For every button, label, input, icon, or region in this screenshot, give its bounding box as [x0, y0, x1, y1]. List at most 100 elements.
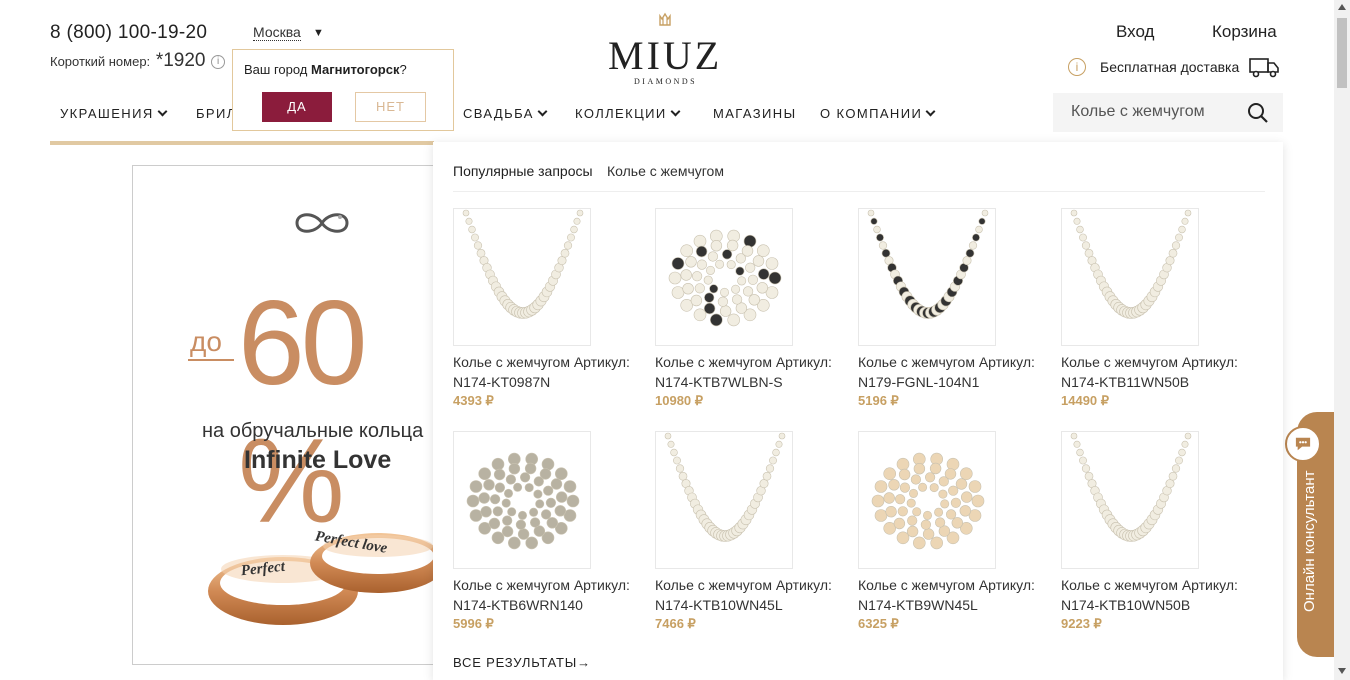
product-name[interactable]: Колье с жемчугом Артикул: N174-KTB6WRN14… [453, 575, 638, 615]
nav-stores[interactable]: МАГАЗИНЫ [713, 106, 797, 121]
infinity-icon [295, 213, 349, 233]
nav-diamonds[interactable]: БРИЛ [196, 106, 237, 121]
pearl-necklace-image [668, 229, 782, 327]
product-card[interactable]: Колье с жемчугом Артикул: N174-KT0987N 43… [453, 208, 633, 409]
delivery-info-icon[interactable]: i [1068, 58, 1086, 76]
info-icon[interactable]: i [211, 55, 226, 69]
chevron-down-icon [670, 106, 681, 117]
city-question-suffix: ? [399, 62, 407, 77]
scroll-thumb[interactable] [1337, 18, 1347, 88]
product-image[interactable] [655, 431, 793, 569]
product-image[interactable] [655, 208, 793, 346]
free-delivery-text: Бесплатная доставка [1100, 59, 1240, 75]
product-card[interactable]: Колье с жемчугом Артикул: N174-KTB10WN45… [655, 431, 835, 632]
nav-jewelry-label: УКРАШЕНИЯ [60, 106, 154, 121]
truck-icon [1249, 58, 1279, 78]
product-price: 9223 ₽ [1061, 616, 1102, 631]
nav-wedding-label: СВАДЬБА [463, 106, 534, 121]
all-results-link[interactable]: ВСЕ РЕЗУЛЬТАТЫ→ [453, 655, 591, 670]
search-results-dropdown: Популярные запросы Колье с жемчугом Коль… [433, 142, 1283, 680]
product-price: 10980 ₽ [655, 393, 704, 408]
product-image[interactable] [453, 431, 591, 569]
product-name[interactable]: Колье с жемчугом Артикул: N174-KTB7WLBN-… [655, 352, 840, 392]
scroll-up-arrow-icon[interactable] [1338, 4, 1346, 10]
promo-percent: 60 % [238, 276, 367, 548]
nav-wedding[interactable]: СВАДЬБА [463, 106, 548, 121]
product-price: 4393 ₽ [453, 393, 494, 408]
product-name[interactable]: Колье с жемчугом Артикул: N179-FGNL-104N… [858, 352, 1043, 392]
chevron-down-icon [157, 106, 168, 117]
scroll-down-arrow-icon[interactable] [1338, 668, 1346, 674]
nav-collections[interactable]: КОЛЛЕКЦИИ [575, 106, 681, 121]
site-logo[interactable]: MIUZ [608, 32, 722, 79]
short-number-label: Короткий номер: [50, 54, 151, 69]
promo-subtitle: на обручальные кольца [202, 420, 424, 442]
logo-subtitle: DIAMONDS [634, 77, 698, 86]
reject-city-button[interactable]: НЕТ [355, 92, 426, 122]
product-card[interactable]: Колье с жемчугом Артикул: N174-KTB9WN45L… [858, 431, 1038, 632]
search-icon[interactable] [1247, 102, 1269, 124]
product-price: 14490 ₽ [1061, 393, 1110, 408]
product-name[interactable]: Колье с жемчугом Артикул: N174-KTB10WN45… [655, 575, 840, 615]
search-input[interactable] [1071, 103, 1241, 121]
login-link[interactable]: Вход [1116, 22, 1154, 42]
city-question: Ваш город Магнитогорск? [244, 62, 407, 77]
product-card[interactable]: Колье с жемчугом Артикул: N179-FGNL-104N… [858, 208, 1038, 409]
city-selector[interactable]: Москва [253, 24, 301, 41]
product-price: 6325 ₽ [858, 616, 899, 631]
product-price: 7466 ₽ [655, 616, 696, 631]
chat-icon [1285, 426, 1321, 462]
online-consultant-tab[interactable]: Онлайн консультант [1285, 412, 1334, 657]
product-price: 5996 ₽ [453, 616, 494, 631]
pearl-necklace-image [1070, 209, 1192, 319]
product-name[interactable]: Колье с жемчугом Артикул: N174-KT0987N [453, 352, 638, 392]
crown-logo-icon[interactable] [658, 12, 672, 26]
caret-down-icon[interactable]: ▼ [313, 27, 324, 39]
online-consultant-label: Онлайн консультант [1301, 470, 1318, 613]
product-price: 5196 ₽ [858, 393, 899, 408]
product-image[interactable] [858, 431, 996, 569]
product-card[interactable]: Колье с жемчугом Артикул: N174-KTB11WN50… [1061, 208, 1241, 409]
city-confirm-popup: Ваш город Магнитогорск? ДА НЕТ [232, 49, 454, 131]
product-image[interactable] [1061, 431, 1199, 569]
promo-prefix: до [190, 326, 222, 357]
popular-query-link[interactable]: Колье с жемчугом [607, 163, 724, 179]
promo-title: Infinite Love [244, 446, 392, 474]
product-name[interactable]: Колье с жемчугом Артикул: N174-KTB10WN50… [1061, 575, 1246, 615]
promo-prefix-underline [188, 359, 234, 361]
pearl-necklace-image [871, 452, 985, 550]
product-card[interactable]: Колье с жемчугом Артикул: N174-KTB7WLBN-… [655, 208, 835, 409]
product-name[interactable]: Колье с жемчугом Артикул: N174-KTB11WN50… [1061, 352, 1246, 392]
nav-diamonds-label: БРИЛ [196, 106, 237, 121]
wedding-rings-image: Perfect Perfect love [208, 528, 441, 625]
pearl-necklace-image [664, 432, 786, 542]
popular-queries-label: Популярные запросы [453, 163, 593, 179]
divider [453, 191, 1265, 192]
product-card[interactable]: Колье с жемчугом Артикул: N174-KTB6WRN14… [453, 431, 633, 632]
nav-about[interactable]: О КОМПАНИИ [820, 106, 936, 121]
chevron-down-icon [537, 106, 548, 117]
short-number-value: *1920 [155, 50, 206, 71]
product-image[interactable] [858, 208, 996, 346]
page-scrollbar[interactable] [1334, 0, 1350, 680]
nav-about-label: О КОМПАНИИ [820, 106, 923, 121]
product-name[interactable]: Колье с жемчугом Артикул: N174-KTB9WN45L [858, 575, 1043, 615]
nav-active-underline [50, 141, 434, 145]
product-card[interactable]: Колье с жемчугом Артикул: N174-KTB10WN50… [1061, 431, 1241, 632]
search-box [1053, 93, 1283, 132]
nav-stores-label: МАГАЗИНЫ [713, 106, 797, 121]
phone-number[interactable]: 8 (800) 100-19-20 [50, 22, 207, 44]
cart-link[interactable]: Корзина [1212, 22, 1277, 42]
pearl-necklace-image [1070, 432, 1192, 542]
product-image[interactable] [453, 208, 591, 346]
product-image[interactable] [1061, 208, 1199, 346]
pearl-necklace-image [462, 209, 584, 319]
confirm-city-button[interactable]: ДА [262, 92, 332, 122]
short-number: Короткий номер: *1920 i [50, 50, 226, 72]
pearl-necklace-image [466, 452, 580, 550]
detected-city: Магнитогорск [311, 62, 400, 77]
nav-jewelry[interactable]: УКРАШЕНИЯ [60, 106, 168, 121]
nav-collections-label: КОЛЛЕКЦИИ [575, 106, 667, 121]
promo-banner[interactable]: до 60 % на обручальные кольца Infinite L… [132, 165, 442, 665]
city-question-prefix: Ваш город [244, 62, 311, 77]
